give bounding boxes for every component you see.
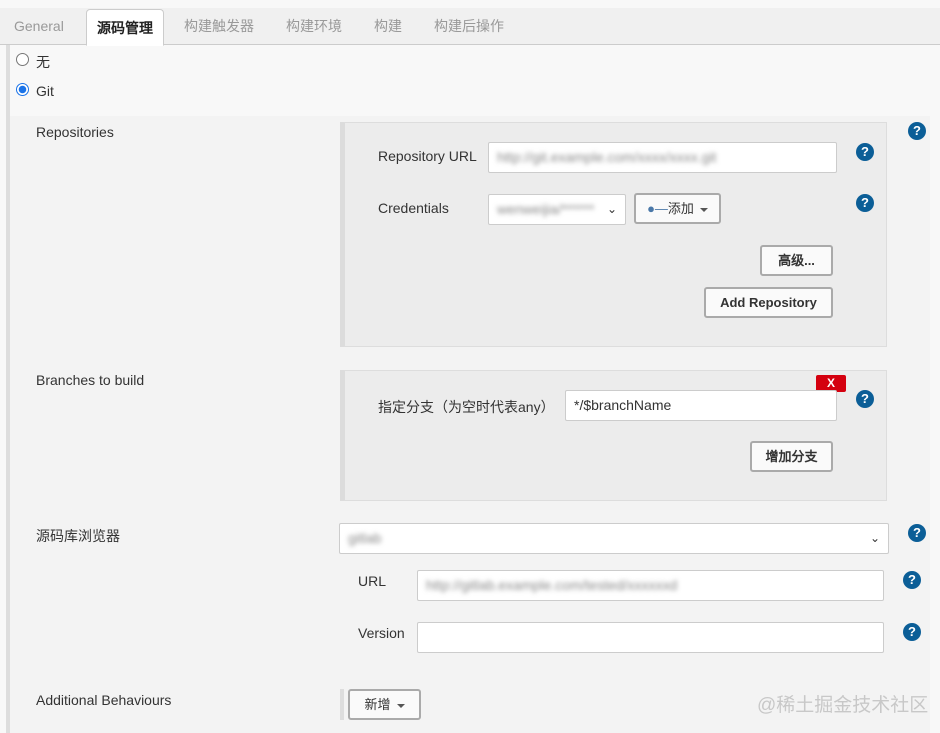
repository-url-value: http://git.example.com/xxxx/xxxx.git bbox=[497, 149, 717, 165]
branch-spec-input[interactable]: */$branchName bbox=[565, 390, 837, 421]
help-icon[interactable]: ? bbox=[856, 194, 874, 212]
chevron-down-icon: ⌄ bbox=[869, 531, 880, 545]
tab-post-build[interactable]: 构建后操作 bbox=[434, 8, 504, 45]
radio-none[interactable] bbox=[16, 53, 29, 66]
repo-browser-value: gitlab bbox=[348, 530, 382, 546]
caret-down-icon bbox=[396, 703, 405, 708]
repo-browser-select[interactable]: gitlab ⌄ bbox=[339, 523, 889, 554]
repository-url-label: Repository URL bbox=[378, 148, 477, 164]
advanced-button[interactable]: 高级... bbox=[760, 245, 833, 276]
tab-general[interactable]: General bbox=[14, 8, 64, 45]
help-icon[interactable]: ? bbox=[856, 143, 874, 161]
chevron-down-icon: ⌄ bbox=[606, 202, 617, 216]
help-icon[interactable]: ? bbox=[908, 122, 926, 140]
repositories-label: Repositories bbox=[36, 124, 114, 140]
help-icon[interactable]: ? bbox=[908, 524, 926, 542]
additional-behaviours-label: Additional Behaviours bbox=[36, 692, 172, 708]
tab-build-environment[interactable]: 构建环境 bbox=[286, 8, 342, 45]
caret-down-icon bbox=[699, 207, 708, 212]
tab-bar: General 源码管理 构建触发器 构建环境 构建 构建后操作 bbox=[0, 8, 940, 46]
tab-build-triggers[interactable]: 构建触发器 bbox=[184, 8, 254, 45]
watermark: @稀土掘金技术社区 bbox=[757, 695, 929, 716]
tab-build[interactable]: 构建 bbox=[374, 8, 402, 45]
add-branch-button[interactable]: 增加分支 bbox=[750, 441, 833, 472]
credentials-select[interactable]: wenweijia/****** ⌄ bbox=[488, 194, 626, 225]
branch-spec-label: 指定分支（为空时代表any） bbox=[378, 399, 555, 415]
branches-label: Branches to build bbox=[36, 372, 145, 388]
radio-git-label: Git bbox=[36, 83, 54, 99]
browser-url-value: http://gitlab.example.com/tested/xxxxxxd bbox=[426, 577, 678, 593]
help-icon[interactable]: ? bbox=[903, 571, 921, 589]
key-icon: ●— bbox=[647, 201, 668, 216]
add-behaviour-button[interactable]: 新增 bbox=[348, 689, 421, 720]
version-label: Version bbox=[358, 625, 405, 641]
version-input[interactable] bbox=[417, 622, 884, 653]
divider bbox=[340, 689, 344, 720]
credentials-label: Credentials bbox=[378, 200, 449, 216]
add-credentials-label: 添加 bbox=[667, 201, 694, 216]
radio-none-label: 无 bbox=[36, 54, 50, 70]
add-credentials-button[interactable]: ●—添加 bbox=[634, 193, 721, 224]
help-icon[interactable]: ? bbox=[856, 390, 874, 408]
radio-git[interactable] bbox=[16, 83, 29, 96]
repository-url-input[interactable]: http://git.example.com/xxxx/xxxx.git bbox=[488, 142, 837, 173]
repo-browser-label: 源码库浏览器 bbox=[36, 528, 120, 544]
credentials-value: wenweijia/****** bbox=[497, 201, 595, 217]
tab-source-control[interactable]: 源码管理 bbox=[86, 9, 164, 46]
add-repository-button[interactable]: Add Repository bbox=[704, 287, 833, 318]
browser-url-label: URL bbox=[358, 573, 387, 589]
browser-url-input[interactable]: http://gitlab.example.com/tested/xxxxxxd bbox=[417, 570, 884, 601]
help-icon[interactable]: ? bbox=[903, 623, 921, 641]
add-behaviour-label: 新增 bbox=[364, 697, 391, 712]
